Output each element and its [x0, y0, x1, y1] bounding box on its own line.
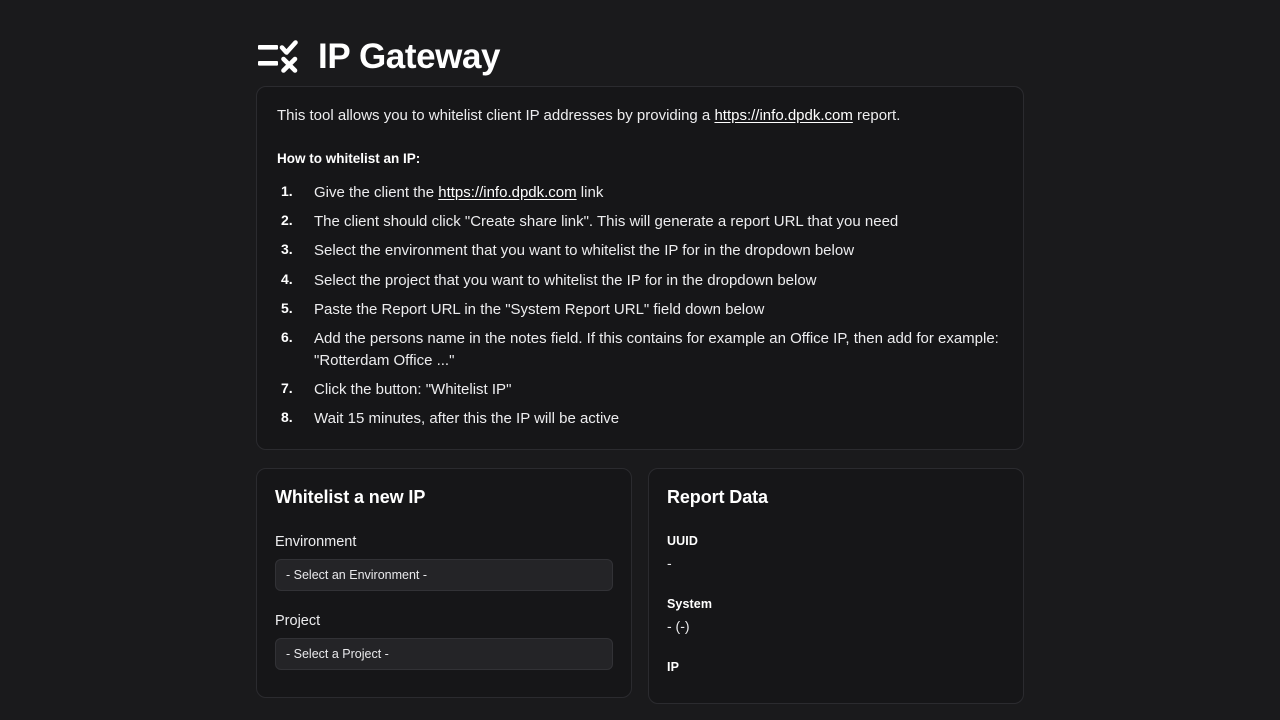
system-label: System: [667, 597, 713, 612]
project-select[interactable]: - Select a Project -: [275, 638, 613, 671]
instructions-card: This tool allows you to whitelist client…: [256, 86, 1024, 451]
project-label: Project: [275, 613, 321, 630]
environment-select-value: - Select an Environment -: [286, 568, 428, 583]
intro-text-after: report.: [852, 107, 901, 124]
list-item: 4. Select the project that you want to wh…: [277, 270, 1003, 291]
step-number: 1.: [281, 182, 293, 199]
page-content: IP Gateway This tool allows you to white…: [256, 0, 1024, 705]
howto-heading: How to whitelist an IP:: [277, 150, 421, 166]
page-header: IP Gateway: [256, 0, 1024, 86]
step-number: 7.: [281, 379, 293, 396]
step-text-before: Give the client the: [314, 183, 439, 201]
step-number: 5.: [281, 299, 293, 316]
step-text: Wait 15 minutes, after this the IP will …: [314, 410, 620, 428]
list-item: 7. Click the button: "Whitelist IP": [277, 379, 1003, 400]
uuid-value: -: [667, 555, 672, 572]
step-text: Select the environment that you want to …: [314, 242, 855, 260]
report-column: Report Data UUID - System - (-) IP: [648, 468, 1024, 705]
report-data-card: Report Data UUID - System - (-) IP: [648, 468, 1024, 705]
report-card-title: Report Data: [667, 487, 768, 508]
intro-paragraph: This tool allows you to whitelist client…: [277, 105, 1003, 127]
cards-grid: Whitelist a new IP Environment - Select …: [256, 468, 1024, 705]
whitelist-column: Whitelist a new IP Environment - Select …: [256, 468, 632, 704]
step-text: Click the button: "Whitelist IP": [314, 380, 512, 398]
step-number: 6.: [281, 329, 293, 346]
environment-select[interactable]: - Select an Environment -: [275, 559, 613, 592]
list-check-cross-icon: [258, 40, 298, 73]
list-item: 8. Wait 15 minutes, after this the IP wil…: [277, 408, 1003, 429]
steps-list: 1. Give the client the https://info.dpdk.…: [277, 182, 1003, 430]
step-text: The client should click "Create share li…: [314, 213, 899, 231]
step-text: Add the persons name in the notes field.…: [314, 330, 999, 369]
step-text-after: link: [576, 183, 604, 201]
uuid-label: UUID: [667, 534, 698, 549]
whitelist-form-card: Whitelist a new IP Environment - Select …: [256, 468, 632, 699]
page-title: IP Gateway: [318, 36, 501, 76]
step-number: 8.: [281, 409, 293, 426]
whitelist-card-title: Whitelist a new IP: [275, 487, 426, 508]
list-item: 5. Paste the Report URL in the "System Re…: [277, 299, 1003, 320]
list-item: 1. Give the client the https://info.dpdk.…: [277, 182, 1003, 203]
environment-label: Environment: [275, 534, 357, 551]
list-item: 3. Select the environment that you want t…: [277, 240, 1003, 261]
project-select-value: - Select a Project -: [286, 647, 389, 662]
info-dpdk-link[interactable]: https://info.dpdk.com: [714, 107, 852, 124]
intro-text-before: This tool allows you to whitelist client…: [277, 107, 715, 124]
step-link[interactable]: https://info.dpdk.com: [438, 184, 576, 201]
step-text: Paste the Report URL in the "System Repo…: [314, 300, 765, 318]
list-item: 6. Add the persons name in the notes fiel…: [277, 328, 1003, 371]
step-number: 4.: [281, 270, 293, 287]
list-item: 2. The client should click "Create share …: [277, 211, 1003, 232]
system-value: - (-): [667, 618, 690, 635]
step-number: 2.: [281, 212, 293, 229]
ip-label: IP: [667, 660, 680, 675]
step-text: Select the project that you want to whit…: [314, 271, 817, 289]
app-page: IP Gateway This tool allows you to white…: [0, 0, 1280, 720]
step-number: 3.: [281, 241, 293, 258]
